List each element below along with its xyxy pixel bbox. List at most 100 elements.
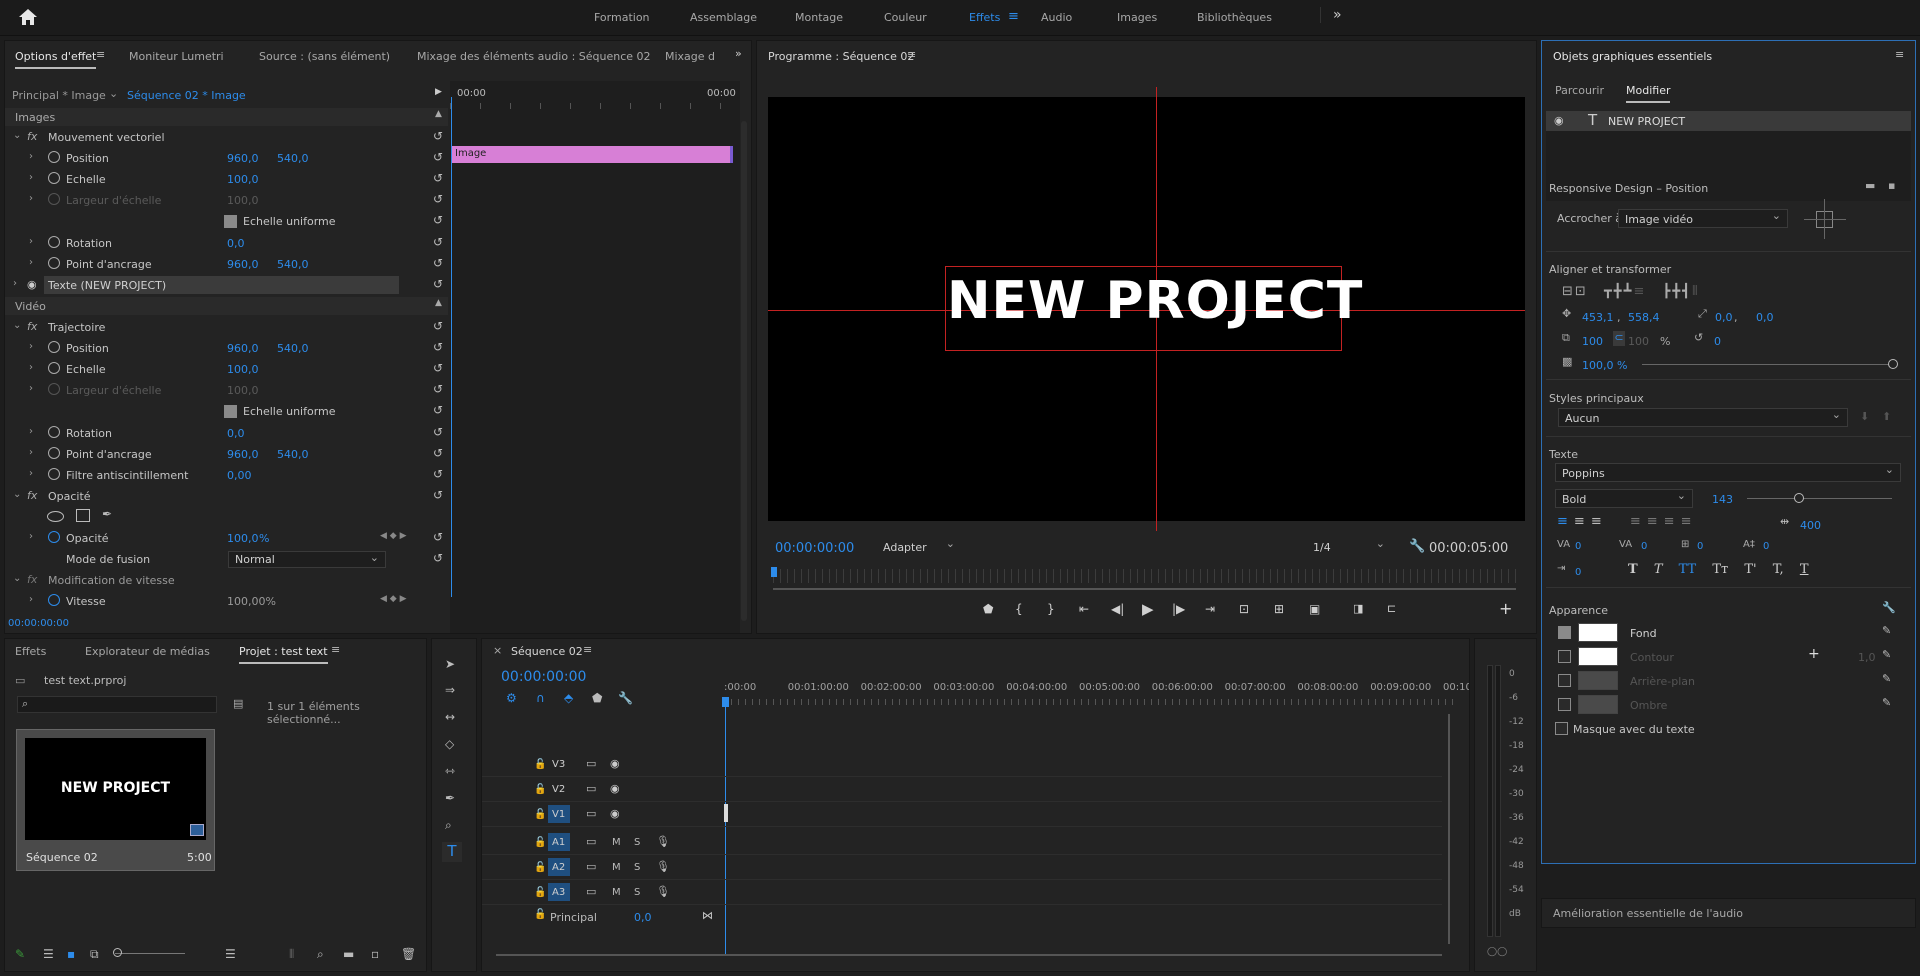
video-canvas[interactable]: NEW PROJECT bbox=[768, 87, 1525, 531]
reset-icon[interactable]: ↺ bbox=[433, 425, 443, 439]
section-images[interactable]: Images ▲ bbox=[5, 108, 448, 126]
mark-out-icon[interactable]: } bbox=[1047, 602, 1055, 616]
collapse-icon[interactable]: ▲ bbox=[435, 298, 442, 308]
breadcrumb-sequence[interactable]: Séquence 02 * Image bbox=[127, 89, 246, 102]
expand-icon[interactable]: ⌄ bbox=[13, 130, 21, 141]
panel-menu-icon[interactable]: ≡ bbox=[907, 48, 916, 61]
align-vertical-center-icon[interactable]: ⊟ bbox=[1562, 284, 1575, 299]
stopwatch-icon[interactable] bbox=[48, 151, 60, 163]
opacity-value[interactable]: 100,0 % bbox=[1582, 359, 1627, 372]
freeform-view-icon[interactable]: ⧉ bbox=[90, 947, 99, 962]
reset-icon[interactable]: ↺ bbox=[433, 530, 443, 544]
appearance-wrench-icon[interactable]: 🔧 bbox=[1882, 601, 1896, 614]
workspace-effets[interactable]: Effets bbox=[969, 11, 1000, 24]
effect-timecode[interactable]: 00:00:00:00 bbox=[8, 618, 69, 629]
add-stroke-icon[interactable]: + bbox=[1808, 646, 1820, 662]
toggle-sync-icon[interactable]: ▭ bbox=[586, 757, 596, 770]
breadcrumb-master[interactable]: Principal * Image bbox=[12, 89, 106, 102]
stopwatch-icon[interactable] bbox=[48, 447, 60, 459]
param-value-x[interactable]: 100,0 bbox=[227, 363, 259, 376]
distribute-v-icon[interactable]: ≡ bbox=[1633, 284, 1646, 299]
scale-value[interactable]: 100 bbox=[1582, 335, 1603, 348]
underline-icon[interactable]: T bbox=[1800, 562, 1809, 577]
baseline-value[interactable]: 0 bbox=[1763, 541, 1769, 552]
snap-icon[interactable]: ∩ bbox=[536, 691, 545, 705]
stroke-width[interactable]: 1,0 bbox=[1858, 651, 1876, 664]
align-center-icon[interactable]: ╋ bbox=[1672, 284, 1682, 299]
eye-icon[interactable]: ◉ bbox=[610, 757, 620, 770]
expand-icon[interactable]: › bbox=[29, 193, 33, 204]
tab-media-browser[interactable]: Explorateur de médias bbox=[85, 645, 210, 658]
lock-icon[interactable]: 🔓 bbox=[534, 809, 546, 820]
reset-icon[interactable]: ↺ bbox=[433, 277, 443, 291]
eyedropper-icon[interactable]: ✎ bbox=[1882, 696, 1891, 709]
align-left-icon[interactable]: ┣ bbox=[1662, 284, 1672, 299]
eye-icon[interactable]: ◉ bbox=[27, 278, 37, 291]
pin-dropdown[interactable]: Image vidéo bbox=[1618, 209, 1788, 228]
toggle-sync-icon[interactable]: ▭ bbox=[586, 807, 596, 820]
play-icon[interactable]: ▶ bbox=[1142, 600, 1154, 618]
expand-icon[interactable]: ⌄ bbox=[13, 489, 21, 500]
param-value-x[interactable]: 960,0 bbox=[227, 258, 259, 271]
essential-title[interactable]: Objets graphiques essentiels bbox=[1553, 50, 1712, 63]
expand-icon[interactable]: › bbox=[29, 257, 33, 268]
leading-value[interactable]: 0 bbox=[1641, 541, 1647, 552]
mic-icon[interactable]: 🎙 bbox=[656, 835, 670, 848]
stopwatch-icon[interactable] bbox=[48, 193, 60, 205]
anchor-y[interactable]: 0,0 bbox=[1756, 311, 1774, 324]
step-forward-icon[interactable]: |▶ bbox=[1172, 602, 1185, 616]
all-caps-icon[interactable]: TT bbox=[1679, 562, 1697, 577]
styles-dropdown[interactable]: Aucun bbox=[1558, 408, 1848, 427]
param-value-y[interactable]: 540,0 bbox=[277, 342, 309, 355]
tab-effects[interactable]: Effets bbox=[15, 645, 46, 658]
expand-icon[interactable]: › bbox=[29, 172, 33, 183]
find-icon[interactable]: ⌕ bbox=[317, 947, 324, 962]
pen-mask-icon[interactable]: ✒ bbox=[102, 507, 112, 521]
expand-icon[interactable]: ⌄ bbox=[13, 573, 21, 584]
trim-icon[interactable]: ⊏ bbox=[1387, 602, 1396, 615]
tsume-value[interactable]: 0 bbox=[1697, 541, 1703, 552]
rect-mask-icon[interactable] bbox=[76, 509, 90, 522]
panel-menu-icon[interactable]: ≡ bbox=[1895, 48, 1904, 61]
param-value-x[interactable]: 0,0 bbox=[227, 427, 245, 440]
tab-width-value[interactable]: 0 bbox=[1575, 567, 1581, 578]
link-icon[interactable]: ⊂ bbox=[1613, 331, 1625, 346]
master-bowtie-icon[interactable]: ⋈ bbox=[702, 909, 713, 922]
add-marker-icon[interactable]: ⬟ bbox=[592, 691, 602, 705]
search-input[interactable]: ⌕ bbox=[17, 696, 217, 713]
eyedropper-icon[interactable]: ✎ bbox=[1882, 648, 1891, 661]
shadow-swatch[interactable] bbox=[1578, 695, 1618, 714]
razor-tool-icon[interactable]: ◇ bbox=[445, 737, 454, 751]
lock-icon[interactable]: 🔓 bbox=[534, 837, 546, 848]
close-icon[interactable]: × bbox=[493, 644, 502, 657]
bin-icon[interactable]: ▤ bbox=[233, 697, 243, 710]
icon-view-icon[interactable]: ▪ bbox=[67, 947, 75, 961]
superscript-icon[interactable]: T' bbox=[1744, 562, 1756, 577]
param-value-x[interactable]: 960,0 bbox=[227, 342, 259, 355]
background-swatch[interactable] bbox=[1578, 671, 1618, 690]
workspace-couleur[interactable]: Couleur bbox=[884, 11, 927, 24]
param-value-x[interactable]: 960,0 bbox=[227, 448, 259, 461]
selection-tool-icon[interactable]: ➤ bbox=[445, 657, 455, 671]
justify-center-icon[interactable]: ≡ bbox=[1647, 514, 1664, 529]
eye-icon[interactable]: ◉ bbox=[1554, 114, 1564, 127]
eyedropper-icon[interactable]: ✎ bbox=[1882, 672, 1891, 685]
compare-icon[interactable]: ◨ bbox=[1353, 602, 1363, 615]
eyedropper-icon[interactable]: ✎ bbox=[1882, 624, 1891, 637]
workspace-bibliotheques[interactable]: Bibliothèques bbox=[1197, 11, 1272, 24]
expand-icon[interactable]: › bbox=[29, 236, 33, 247]
text-layer-row[interactable]: › ◉ Texte (NEW PROJECT) ↺ bbox=[5, 275, 445, 296]
stopwatch-icon[interactable] bbox=[48, 468, 60, 480]
toggle-sync-icon[interactable]: ▭ bbox=[586, 782, 596, 795]
stopwatch-icon[interactable] bbox=[48, 531, 60, 543]
trajectory-header[interactable]: ⌄ fx Trajectoire ↺ bbox=[5, 317, 445, 338]
timeline-timecode[interactable]: 00:00:00:00 bbox=[501, 669, 586, 685]
align-text-right-icon[interactable]: ≡ bbox=[1591, 514, 1608, 529]
mark-in-icon[interactable]: { bbox=[1015, 602, 1023, 616]
stopwatch-icon[interactable] bbox=[48, 341, 60, 353]
automate-icon[interactable]: ⦀ bbox=[289, 947, 294, 962]
align-right-icon[interactable]: ┫ bbox=[1682, 284, 1692, 299]
opacity-header[interactable]: ⌄ fx Opacité ↺ bbox=[5, 486, 445, 507]
param-value-x[interactable]: 960,0 bbox=[227, 152, 259, 165]
weight-dropdown[interactable]: Bold bbox=[1555, 489, 1693, 508]
